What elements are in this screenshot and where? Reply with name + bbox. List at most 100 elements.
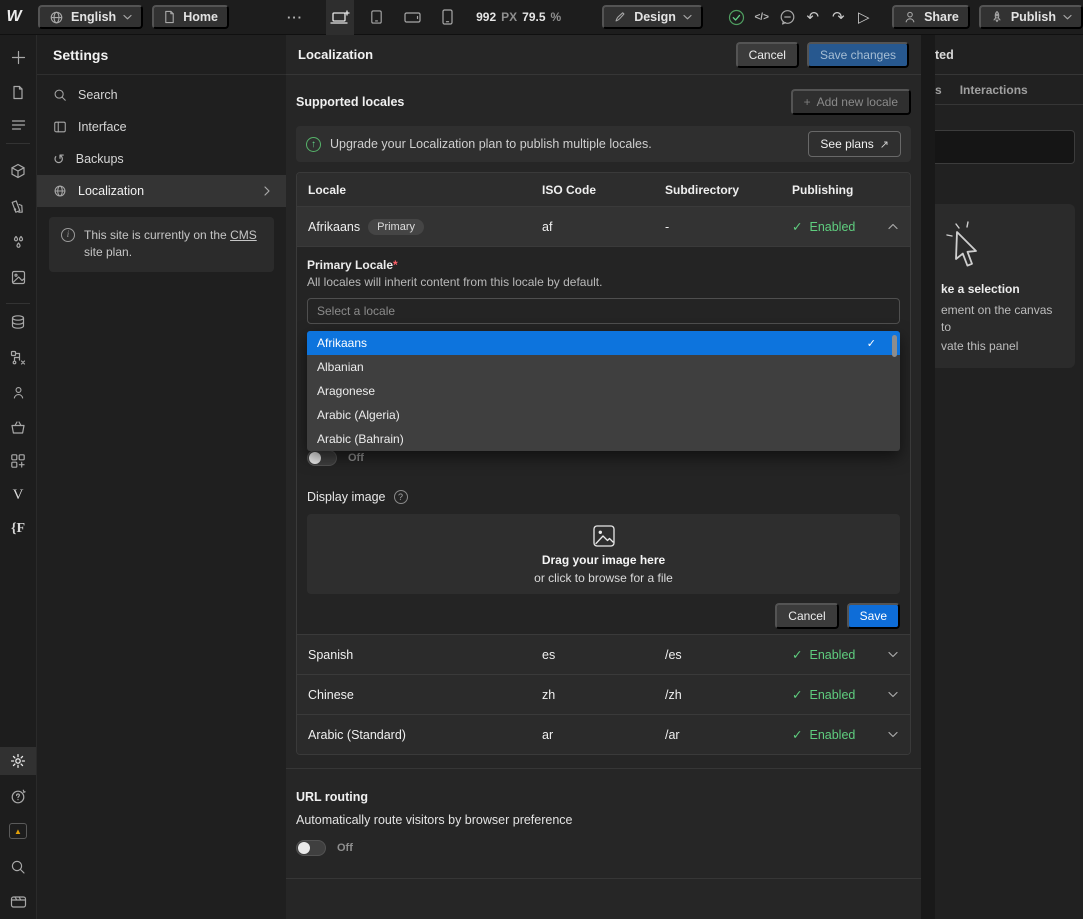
preview-play-button[interactable]: ▷: [853, 5, 876, 29]
dropdown-option-aragonese[interactable]: Aragonese: [307, 379, 900, 403]
url-routing-section: URL routing Automatically route visitors…: [286, 768, 921, 879]
zoom-value[interactable]: 79.5: [522, 10, 545, 24]
upgrade-banner-text: Upgrade your Localization plan to publis…: [330, 137, 652, 151]
publishing-status: ✓ Enabled: [781, 727, 876, 742]
breakpoint-mobile-landscape-button[interactable]: [398, 0, 427, 35]
app-finsweet-button[interactable]: {F: [0, 515, 36, 543]
sidebar-item-interface[interactable]: Interface: [37, 111, 286, 143]
table-header-row: Locale ISO Code Subdirectory Publishing: [297, 173, 910, 206]
page-selector-button[interactable]: Home: [152, 5, 229, 29]
breakpoint-tablet-button[interactable]: [362, 0, 391, 35]
publish-status-check-icon[interactable]: [725, 5, 748, 29]
help-button[interactable]: [0, 782, 36, 810]
locale-name-cell: Arabic (Standard): [297, 728, 531, 742]
styles-button[interactable]: [0, 193, 36, 221]
check-icon: ✓: [792, 727, 802, 742]
app-v-button[interactable]: V: [0, 481, 36, 509]
settings-sidebar: Settings Search Interface ↺ Backups: [36, 35, 286, 919]
toolbar-divider: [6, 303, 30, 304]
sidebar-item-localization[interactable]: Localization: [37, 175, 286, 207]
locale-select[interactable]: Select a locale: [307, 298, 900, 324]
locale-name-cell: Chinese: [297, 688, 531, 702]
selection-card-line2-fragment: vate this panel: [941, 338, 1063, 355]
plus-icon: +: [804, 95, 811, 109]
check-icon: ✓: [792, 647, 802, 662]
right-panel-title-fragment: ted: [935, 48, 954, 62]
plan-notice: i This site is currently on the CMS site…: [49, 217, 274, 272]
cms-plan-link[interactable]: CMS: [230, 228, 257, 242]
help-tooltip-icon[interactable]: ?: [394, 490, 408, 504]
collapse-row-button[interactable]: [876, 223, 910, 230]
top-toolbar: W English Home ···: [0, 0, 1083, 35]
dropdown-scrollbar[interactable]: [892, 335, 897, 357]
locale-name-cell: Afrikaans Primary: [297, 219, 531, 235]
expand-row-button[interactable]: [876, 691, 910, 698]
right-panel-header: ted: [935, 35, 1083, 75]
video-tutorials-button[interactable]: [0, 888, 36, 916]
locale-toggle[interactable]: [307, 450, 337, 466]
table-row-afrikaans[interactable]: Afrikaans Primary af - ✓ Enabled: [297, 206, 910, 246]
dropdown-option-afrikaans[interactable]: Afrikaans ✓: [307, 331, 900, 355]
editor-cancel-button[interactable]: Cancel: [775, 603, 838, 629]
search-everything-button[interactable]: [0, 853, 36, 881]
undo-button[interactable]: ↶: [801, 5, 824, 29]
mode-switcher-button[interactable]: Design: [602, 5, 703, 29]
tab-interactions[interactable]: Interactions: [960, 83, 1028, 97]
site-settings-button[interactable]: [0, 747, 36, 775]
cancel-button[interactable]: Cancel: [736, 42, 799, 68]
save-changes-button[interactable]: Save changes: [807, 42, 909, 68]
add-new-locale-button[interactable]: + Add new locale: [791, 89, 911, 115]
more-menu-button[interactable]: ···: [287, 10, 303, 25]
pages-button[interactable]: [0, 78, 36, 106]
canvas-width-value[interactable]: 992: [476, 10, 496, 24]
column-header-publishing: Publishing: [781, 183, 876, 197]
audit-panel-button[interactable]: ▲: [0, 817, 36, 845]
webflow-logo-icon[interactable]: W: [0, 8, 27, 26]
expand-row-button[interactable]: [876, 651, 910, 658]
publish-button[interactable]: Publish: [979, 5, 1083, 29]
iso-cell: zh: [531, 688, 654, 702]
warning-triangle-icon: ▲: [14, 827, 22, 836]
required-asterisk: *: [393, 258, 398, 272]
breakpoint-desktop-button[interactable]: [326, 0, 355, 35]
expand-row-button[interactable]: [876, 731, 910, 738]
table-row-arabic-standard[interactable]: Arabic (Standard) ar /ar ✓ Enabled: [297, 714, 910, 754]
locale-dropdown: Afrikaans ✓ Albanian Aragonese Arabic (A…: [307, 331, 900, 451]
selector-input[interactable]: [935, 130, 1075, 164]
assets-button[interactable]: [0, 263, 36, 291]
users-button[interactable]: [0, 378, 36, 406]
breakpoint-mobile-portrait-button[interactable]: [434, 0, 463, 35]
sidebar-item-search[interactable]: Search: [37, 79, 286, 111]
display-image-label: Display image: [307, 490, 386, 504]
dropdown-option-albanian[interactable]: Albanian: [307, 355, 900, 379]
variables-button[interactable]: [0, 228, 36, 256]
rocket-icon: [990, 10, 1004, 24]
navigator-button[interactable]: [0, 110, 36, 138]
toolbar-divider: [6, 143, 30, 144]
locales-table: Locale ISO Code Subdirectory Publishing …: [296, 172, 911, 755]
table-row-spanish[interactable]: Spanish es /es ✓ Enabled: [297, 634, 910, 674]
cms-button[interactable]: [0, 308, 36, 336]
url-routing-toggle[interactable]: [296, 840, 326, 856]
tab-settings-fragment[interactable]: s: [935, 83, 942, 97]
check-icon: ✓: [792, 219, 802, 234]
comments-button[interactable]: [776, 5, 799, 29]
editor-save-button[interactable]: Save: [847, 603, 900, 629]
logic-button[interactable]: [0, 343, 36, 371]
panel-header: Localization Cancel Save changes: [286, 35, 921, 75]
code-export-button[interactable]: </>: [750, 5, 773, 29]
sidebar-item-backups[interactable]: ↺ Backups: [37, 143, 286, 175]
image-dropzone[interactable]: Drag your image here or click to browse …: [307, 514, 900, 594]
components-button[interactable]: [0, 157, 36, 185]
dropdown-option-arabic-bahrain[interactable]: Arabic (Bahrain): [307, 427, 900, 451]
add-elements-button[interactable]: [0, 43, 36, 71]
share-button[interactable]: Share: [892, 5, 970, 29]
see-plans-button[interactable]: See plans ↗: [808, 131, 901, 157]
redo-button[interactable]: ↷: [827, 5, 850, 29]
apps-button[interactable]: [0, 447, 36, 475]
subdirectory-cell: /es: [654, 648, 781, 662]
ecommerce-button[interactable]: [0, 413, 36, 441]
table-row-chinese[interactable]: Chinese zh /zh ✓ Enabled: [297, 674, 910, 714]
locale-switcher-button[interactable]: English: [38, 5, 143, 29]
dropdown-option-arabic-algeria[interactable]: Arabic (Algeria): [307, 403, 900, 427]
